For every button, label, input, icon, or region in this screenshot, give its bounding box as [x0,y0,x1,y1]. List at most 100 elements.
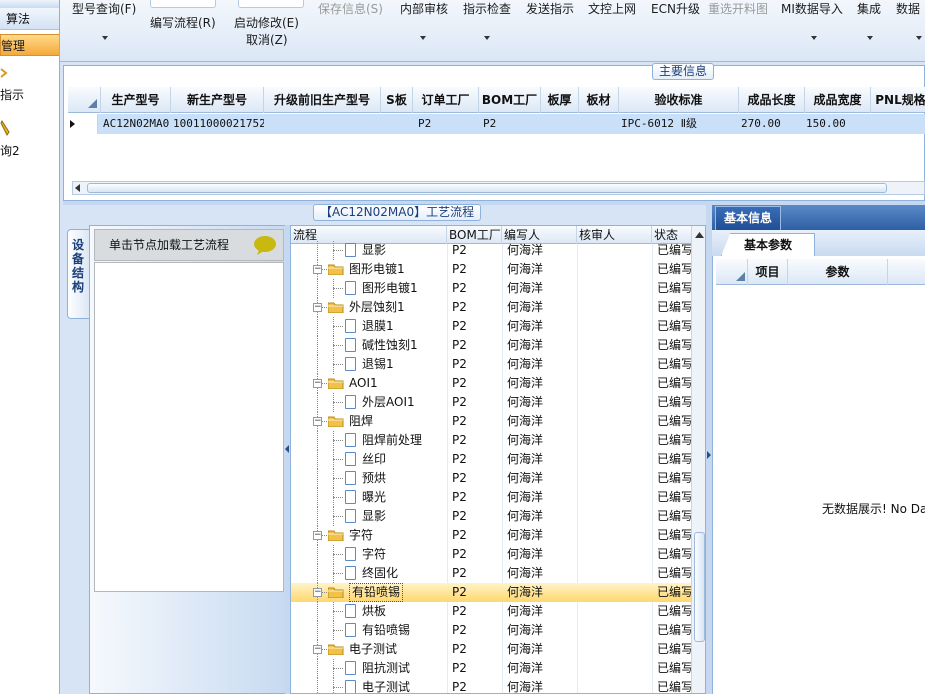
chevron-down-icon[interactable] [916,36,922,40]
tree-row[interactable]: 图形电镀1 P2 何海洋 已编写 [291,279,691,298]
tree-row[interactable]: 字符 P2 何海洋 已编写 [291,545,691,564]
data-button[interactable]: 数据 [896,0,920,17]
tree-row[interactable]: 有铅喷锡 P2 何海洋 已编写 [291,621,691,640]
node-list[interactable] [94,262,284,592]
tree-row[interactable]: 显影 P2 何海洋 已编写 [291,241,691,260]
collapse-toggle-icon[interactable]: − [313,265,322,274]
hscroll-thumb[interactable] [87,183,887,193]
tree-row[interactable]: 碱性蚀刻1 P2 何海洋 已编写 [291,336,691,355]
left-nav-item-algorithm[interactable]: 算法 [0,8,59,30]
cell-process-name: AOI1 [349,376,378,390]
tree-row[interactable]: − 有铅喷锡 P2 何海洋 已编写 [291,583,691,602]
send-instruction-button[interactable]: 发送指示 [526,0,574,17]
tree-row[interactable]: 烘板 P2 何海洋 已编写 [291,602,691,621]
cell-status: 已编写 [657,585,691,599]
tree-vscrollbar[interactable] [691,226,705,693]
document-icon [345,243,356,257]
tree-row[interactable]: 阻抗测试 P2 何海洋 已编写 [291,659,691,678]
main-grid-hscrollbar[interactable] [72,181,925,195]
col-item[interactable]: 项目 [748,259,788,285]
collapse-toggle-icon[interactable]: − [313,645,322,654]
check-instruction-button[interactable]: 指示检查 [463,0,511,17]
tree-row[interactable]: − AOI1 P2 何海洋 已编写 [291,374,691,393]
tree-row[interactable]: 曝光 P2 何海洋 已编写 [291,488,691,507]
write-process-button[interactable]: 编写流程(R) [150,14,216,31]
cancel-button[interactable]: 取消(Z) [246,31,288,48]
cell-writer: 何海洋 [507,642,544,656]
col-material[interactable]: 板材 [579,87,619,113]
tree-row[interactable]: − 外层蚀刻1 P2 何海洋 已编写 [291,298,691,317]
tree-row[interactable]: 退锡1 P2 何海洋 已编写 [291,355,691,374]
chevron-down-icon[interactable] [867,36,873,40]
tree-row[interactable]: 阻焊前处理 P2 何海洋 已编写 [291,431,691,450]
reselect-cutting-button[interactable]: 重选开料图 [708,0,768,17]
ecn-upgrade-button[interactable]: ECN升级 [651,0,700,17]
folder-icon [328,587,344,598]
doc-control-upload-button[interactable]: 文控上网 [588,0,636,17]
tree-connector [333,336,334,355]
tree-row[interactable]: 电子测试 P2 何海洋 已编写 [291,678,691,694]
col-new-model[interactable]: 新生产型号 [171,87,264,113]
col-s-board[interactable]: S板 [381,87,413,113]
collapse-toggle-icon[interactable]: − [313,531,322,540]
table-row[interactable]: AC12N02MA0 10011000021752 P2 P2 IPC-6012… [68,114,925,134]
cell-process-name: 曝光 [362,490,387,504]
chevron-down-icon[interactable] [811,36,817,40]
save-info-button[interactable]: 保存信息(S) [318,0,383,17]
cell-reviewer [582,355,650,374]
model-query-button[interactable]: 型号查询(F) [72,0,136,17]
vscroll-thumb[interactable] [694,532,705,642]
cell-bom-factory: P2 [452,680,467,694]
tree-row[interactable]: − 阻焊 P2 何海洋 已编写 [291,412,691,431]
tree-row[interactable]: 外层AOI1 P2 何海洋 已编写 [291,393,691,412]
col-thickness[interactable]: 板厚 [541,87,579,113]
tree-row[interactable]: − 图形电镀1 P2 何海洋 已编写 [291,260,691,279]
integrate-button[interactable]: 集成 [857,0,881,17]
col-param[interactable]: 参数 [788,259,888,285]
col-acceptance[interactable]: 验收标准 [619,87,739,113]
tree-connector [333,431,334,450]
tree-row[interactable]: 退膜1 P2 何海洋 已编写 [291,317,691,336]
collapse-toggle-icon[interactable]: − [313,379,322,388]
collapse-toggle-icon[interactable]: − [313,417,322,426]
chevron-down-icon[interactable] [102,36,108,40]
tree-connector [317,659,318,678]
cell-production-model: AC12N02MA0 [103,117,170,130]
tree-row[interactable]: 终固化 P2 何海洋 已编写 [291,564,691,583]
left-nav: 算法 管理 指示 询2 [0,0,60,694]
start-modify-button[interactable]: 启动修改(E) [234,14,299,31]
tree-row[interactable]: − 字符 P2 何海洋 已编写 [291,526,691,545]
left-nav-item-query[interactable]: 询2 [0,118,59,164]
left-nav-item-management[interactable]: 管理 [0,34,59,56]
scroll-left-icon[interactable] [75,184,81,192]
chevron-down-icon[interactable] [420,36,426,40]
mi-import-button[interactable]: MI数据导入 [781,0,843,17]
col-pnl[interactable]: PNL规格 [871,87,925,113]
collapse-toggle-icon[interactable]: − [313,303,322,312]
cell-bom-factory: P2 [452,414,467,428]
col-order-factory[interactable]: 订单工厂 [413,87,479,113]
tab-basic-params[interactable]: 基本参数 [721,233,815,256]
col-length[interactable]: 成品长度 [739,87,805,113]
tree-connector [317,621,318,640]
scroll-up-icon[interactable] [695,232,704,238]
tree-row[interactable]: 丝印 P2 何海洋 已编写 [291,450,691,469]
folder-icon [328,302,344,313]
tree-row[interactable]: − 电子测试 P2 何海洋 已编写 [291,640,691,659]
cell-reviewer [582,431,650,450]
tree-row[interactable]: 显影 P2 何海洋 已编写 [291,507,691,526]
tree-row[interactable]: 预烘 P2 何海洋 已编写 [291,469,691,488]
cell-bom-factory: P2 [452,319,467,333]
internal-review-button[interactable]: 内部审核 [400,0,448,17]
col-production-model[interactable]: 生产型号 [101,87,171,113]
left-nav-item-instruction[interactable]: 指示 [0,64,59,110]
col-width[interactable]: 成品宽度 [805,87,871,113]
tab-basic-info[interactable]: 基本信息 [715,206,781,230]
col-bom-factory[interactable]: BOM工厂 [479,87,541,113]
collapse-toggle-icon[interactable]: − [313,588,322,597]
cell-process-name: 字符 [349,528,374,542]
pencil-icon [0,120,10,136]
chevron-down-icon[interactable] [484,36,490,40]
row-selector[interactable] [68,114,98,134]
col-old-model[interactable]: 升级前旧生产型号 [264,87,381,113]
